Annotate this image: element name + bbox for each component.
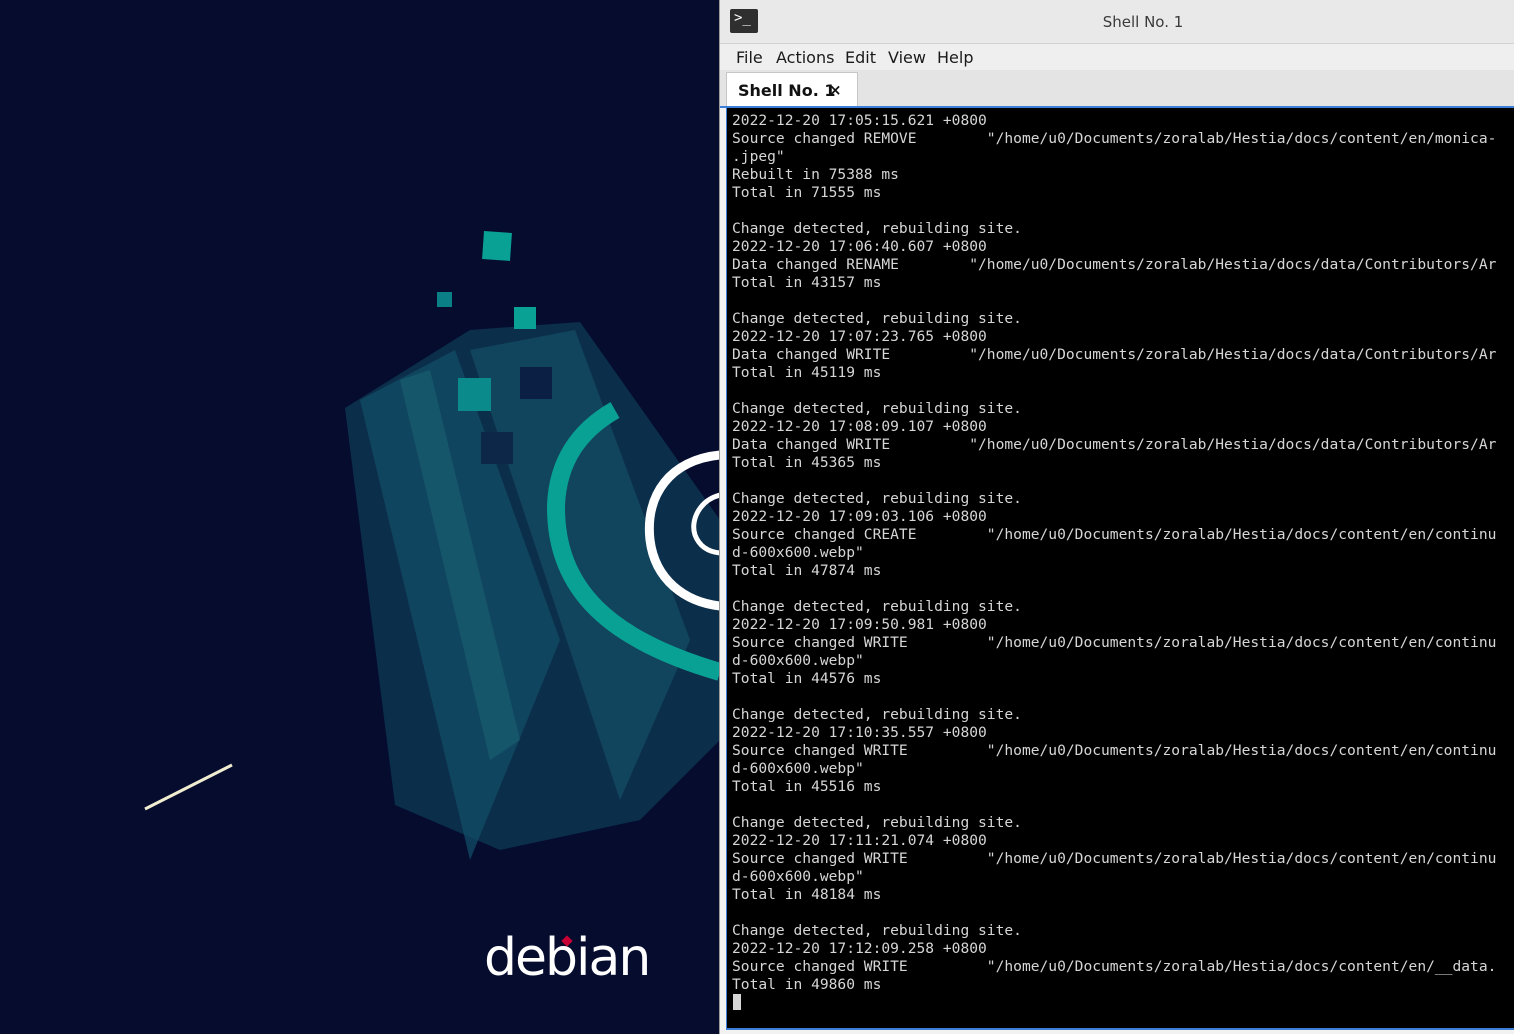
terminal-line: Total in 45516 ms [732, 778, 882, 795]
terminal-line: Change detected, rebuilding site. [732, 400, 1022, 417]
terminal-line: Total in 43157 ms [732, 274, 882, 291]
terminal-line: d-600x600.webp" [732, 652, 864, 669]
terminal-line: Total in 49860 ms [732, 976, 882, 993]
terminal-line: Change detected, rebuilding site. [732, 598, 1022, 615]
terminal-window: >_ Shell No. 1 File Actions Edit View He… [719, 0, 1514, 1034]
terminal-lines: 2022-12-20 17:05:15.621 +0800 Source chan… [732, 112, 1496, 994]
terminal-line: Total in 71555 ms [732, 184, 882, 201]
terminal-line: 2022-12-20 17:07:23.765 +0800 [732, 328, 987, 345]
wallpaper-streak [144, 763, 233, 811]
terminal-line: Total in 45365 ms [732, 454, 882, 471]
close-icon[interactable]: × [829, 81, 842, 99]
terminal-line: Total in 45119 ms [732, 364, 882, 381]
terminal-line: 2022-12-20 17:11:21.074 +0800 [732, 832, 987, 849]
wallpaper-shape [437, 292, 452, 307]
tab-bar: Shell No. 1 × [720, 70, 1514, 108]
wallpaper-shape [481, 432, 513, 464]
terminal-line: .jpeg" [732, 148, 785, 165]
terminal-line: 2022-12-20 17:09:50.981 +0800 [732, 616, 987, 633]
terminal-line: Source changed WRITE "/home/u0/Documents… [732, 634, 1497, 651]
wallpaper [144, 231, 720, 860]
menu-file[interactable]: File [736, 48, 763, 67]
terminal-line: 2022-12-20 17:08:09.107 +0800 [732, 418, 987, 435]
menu-view[interactable]: View [888, 48, 926, 67]
terminal-line: Total in 47874 ms [732, 562, 882, 579]
terminal-line: d-600x600.webp" [732, 760, 864, 777]
menu-actions[interactable]: Actions [776, 48, 834, 67]
text-cursor [733, 994, 741, 1010]
wallpaper-shape [514, 307, 536, 329]
title-bar[interactable]: >_ Shell No. 1 [720, 0, 1514, 44]
terminal-line: Source changed WRITE "/home/u0/Documents… [732, 958, 1497, 975]
wallpaper-shape [520, 367, 552, 399]
terminal-line: Source changed WRITE "/home/u0/Documents… [732, 850, 1497, 867]
terminal-line: Rebuilt in 75388 ms [732, 166, 899, 183]
terminal-line: 2022-12-20 17:12:09.258 +0800 [732, 940, 987, 957]
terminal-line: d-600x600.webp" [732, 868, 864, 885]
terminal-line: d-600x600.webp" [732, 544, 864, 561]
terminal-line: 2022-12-20 17:05:15.621 +0800 [732, 112, 987, 129]
terminal-line: Change detected, rebuilding site. [732, 922, 1022, 939]
menu-edit[interactable]: Edit [845, 48, 876, 67]
terminal-line: Change detected, rebuilding site. [732, 706, 1022, 723]
terminal-line: 2022-12-20 17:09:03.106 +0800 [732, 508, 987, 525]
terminal-line: Change detected, rebuilding site. [732, 814, 1022, 831]
terminal-line: Data changed WRITE "/home/u0/Documents/z… [732, 436, 1497, 453]
terminal-output[interactable]: 2022-12-20 17:05:15.621 +0800 Source chan… [726, 108, 1514, 1030]
tab-label: Shell No. 1 [738, 81, 836, 100]
tab-shell-1[interactable]: Shell No. 1 × [726, 72, 858, 106]
terminal-line: 2022-12-20 17:06:40.607 +0800 [732, 238, 987, 255]
terminal-line: Change detected, rebuilding site. [732, 490, 1022, 507]
window-title: Shell No. 1 [1102, 13, 1184, 31]
menu-bar: File Actions Edit View Help [720, 44, 1514, 70]
terminal-line: Change detected, rebuilding site. [732, 220, 1022, 237]
terminal-line: Source changed CREATE "/home/u0/Document… [732, 526, 1497, 543]
terminal-line: Data changed RENAME "/home/u0/Documents/… [732, 256, 1497, 273]
terminal-line: Source changed REMOVE "/home/u0/Document… [732, 130, 1497, 147]
terminal-line: Total in 48184 ms [732, 886, 882, 903]
terminal-line: Data changed WRITE "/home/u0/Documents/z… [732, 346, 1497, 363]
wallpaper-shape [458, 378, 491, 411]
terminal-line: 2022-12-20 17:10:35.557 +0800 [732, 724, 987, 741]
terminal-line: Source changed WRITE "/home/u0/Documents… [732, 742, 1497, 759]
wallpaper-shape [482, 231, 512, 261]
terminal-line: Total in 44576 ms [732, 670, 882, 687]
terminal-line: Change detected, rebuilding site. [732, 310, 1022, 327]
menu-help[interactable]: Help [937, 48, 973, 67]
